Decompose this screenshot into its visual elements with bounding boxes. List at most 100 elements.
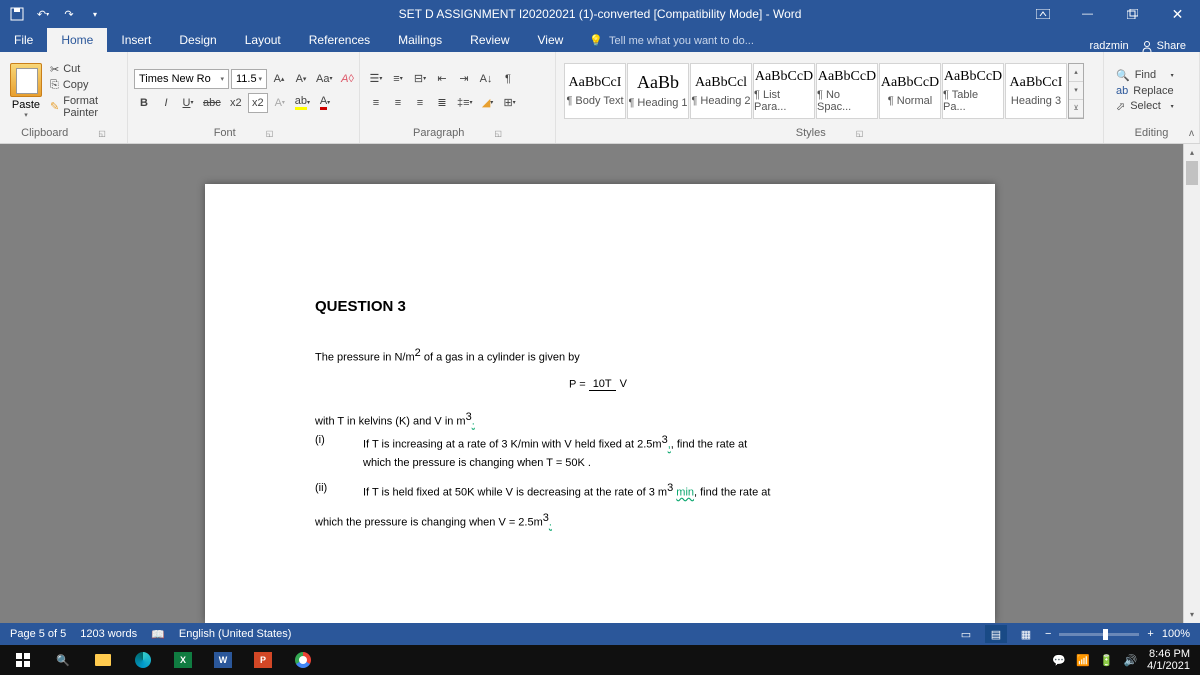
tab-layout[interactable]: Layout (231, 28, 295, 52)
volume-icon[interactable]: 🔊 (1123, 654, 1137, 667)
multilevel-button[interactable]: ⊟▾ (410, 69, 430, 89)
start-button[interactable] (4, 646, 42, 674)
cut-button[interactable]: ✂Cut (50, 62, 121, 77)
tab-review[interactable]: Review (456, 28, 523, 52)
word-count[interactable]: 1203 words (80, 628, 137, 640)
paragraph-dialog-icon[interactable]: ◱ (494, 129, 502, 138)
notification-icon[interactable]: 💬 (1052, 654, 1066, 667)
replace-button[interactable]: abReplace (1116, 85, 1174, 97)
tab-file[interactable]: File (0, 28, 47, 52)
battery-icon[interactable]: 🔋 (1100, 654, 1114, 667)
paste-button[interactable]: Paste (12, 99, 40, 111)
scroll-down-icon[interactable]: ▾ (1184, 606, 1200, 623)
ribbon-collapse-icon[interactable]: ʌ (1189, 128, 1194, 139)
styles-gallery[interactable]: AaBbCcI¶ Body Text AaBb¶ Heading 1 AaBbC… (562, 61, 1086, 121)
font-size-combo[interactable]: 11.5▾ (231, 69, 267, 89)
grow-font-button[interactable]: A▴ (269, 69, 289, 89)
superscript-button[interactable]: x2 (248, 93, 268, 113)
select-button[interactable]: ⬀Select▾ (1116, 100, 1174, 113)
style-normal[interactable]: AaBbCcD¶ Normal (879, 63, 941, 119)
close-button[interactable]: ✕ (1155, 0, 1200, 28)
font-name-combo[interactable]: Times New Ro▾ (134, 69, 229, 89)
line-spacing-button[interactable]: ‡≡▾ (454, 93, 476, 113)
subscript-button[interactable]: x2 (226, 93, 246, 113)
clipboard-dialog-icon[interactable]: ◱ (98, 129, 106, 138)
redo-icon[interactable]: ↷ (58, 3, 80, 25)
copy-button[interactable]: ⎘Copy (50, 78, 121, 93)
web-layout-button[interactable]: ▦ (1015, 625, 1037, 643)
highlight-button[interactable]: ab▾ (292, 93, 313, 113)
zoom-in-button[interactable]: + (1147, 628, 1153, 640)
search-button[interactable]: 🔍 (44, 646, 82, 674)
undo-icon[interactable]: ↶▾ (32, 3, 54, 25)
style-heading-1[interactable]: AaBb¶ Heading 1 (627, 63, 689, 119)
numbering-button[interactable]: ≡▾ (388, 69, 408, 89)
explorer-button[interactable] (84, 646, 122, 674)
font-dialog-icon[interactable]: ◱ (266, 129, 274, 138)
find-button[interactable]: 🔍Find▾ (1116, 69, 1174, 82)
qat-more-icon[interactable]: ▾ (84, 3, 106, 25)
zoom-level[interactable]: 100% (1162, 628, 1190, 640)
decrease-indent-button[interactable]: ⇤ (432, 69, 452, 89)
format-painter-button[interactable]: ✎Format Painter (50, 94, 121, 120)
text-effects-button[interactable]: A▾ (270, 93, 290, 113)
user-name[interactable]: radzmin (1090, 40, 1129, 52)
sort-button[interactable]: A↓ (476, 69, 496, 89)
language-indicator[interactable]: English (United States) (179, 628, 292, 640)
change-case-button[interactable]: Aa▾ (313, 69, 335, 89)
italic-button[interactable]: I (156, 93, 176, 113)
scroll-thumb[interactable] (1186, 161, 1198, 185)
tab-mailings[interactable]: Mailings (384, 28, 456, 52)
style-body-text[interactable]: AaBbCcI¶ Body Text (564, 63, 626, 119)
strike-button[interactable]: abc (200, 93, 224, 113)
tab-insert[interactable]: Insert (107, 28, 165, 52)
show-marks-button[interactable]: ¶ (498, 69, 518, 89)
vertical-scrollbar[interactable]: ▴ ▾ (1183, 144, 1200, 623)
clock[interactable]: 8:46 PM4/1/2021 (1147, 648, 1190, 672)
clear-format-button[interactable]: A◊ (337, 69, 357, 89)
style-heading-3[interactable]: AaBbCcIHeading 3 (1005, 63, 1067, 119)
styles-scroll-up[interactable]: ▴ (1069, 64, 1083, 82)
read-mode-button[interactable]: ▭ (955, 625, 977, 643)
shrink-font-button[interactable]: A▾ (291, 69, 311, 89)
maximize-button[interactable] (1110, 0, 1155, 28)
excel-button[interactable]: X (164, 646, 202, 674)
save-icon[interactable] (6, 3, 28, 25)
shading-button[interactable]: ◢▾ (478, 93, 498, 113)
paste-icon[interactable] (10, 63, 42, 97)
align-right-button[interactable]: ≡ (410, 93, 430, 113)
powerpoint-button[interactable]: P (244, 646, 282, 674)
word-button[interactable]: W (204, 646, 242, 674)
chrome-button[interactable] (284, 646, 322, 674)
styles-expand[interactable]: ⊻ (1069, 100, 1083, 118)
underline-button[interactable]: U▾ (178, 93, 198, 113)
borders-button[interactable]: ⊞▾ (500, 93, 520, 113)
scroll-up-icon[interactable]: ▴ (1184, 144, 1200, 161)
page-indicator[interactable]: Page 5 of 5 (10, 628, 66, 640)
increase-indent-button[interactable]: ⇥ (454, 69, 474, 89)
bold-button[interactable]: B (134, 93, 154, 113)
document-area[interactable]: QUESTION 3 The pressure in N/m2 of a gas… (0, 144, 1200, 623)
edge-button[interactable] (124, 646, 162, 674)
print-layout-button[interactable]: ▤ (985, 625, 1007, 643)
style-no-spacing[interactable]: AaBbCcD¶ No Spac... (816, 63, 878, 119)
tab-view[interactable]: View (524, 28, 578, 52)
justify-button[interactable]: ≣ (432, 93, 452, 113)
document-page[interactable]: QUESTION 3 The pressure in N/m2 of a gas… (205, 184, 995, 623)
paste-dropdown[interactable]: ▾ (24, 111, 28, 119)
tab-design[interactable]: Design (165, 28, 230, 52)
zoom-slider[interactable] (1059, 633, 1139, 636)
zoom-out-button[interactable]: − (1045, 628, 1051, 640)
tell-me-input[interactable]: 💡Tell me what you want to do... (589, 29, 754, 52)
font-color-button[interactable]: A▾ (315, 93, 335, 113)
ribbon-display-icon[interactable] (1020, 0, 1065, 28)
styles-dialog-icon[interactable]: ◱ (856, 129, 864, 138)
share-button[interactable]: Share (1141, 40, 1186, 52)
minimize-button[interactable]: — (1065, 0, 1110, 28)
tab-home[interactable]: Home (47, 28, 107, 52)
style-list-para[interactable]: AaBbCcD¶ List Para... (753, 63, 815, 119)
style-heading-2[interactable]: AaBbCcl¶ Heading 2 (690, 63, 752, 119)
spell-check-icon[interactable]: 📖 (151, 628, 165, 641)
tab-references[interactable]: References (295, 28, 384, 52)
align-center-button[interactable]: ≡ (388, 93, 408, 113)
